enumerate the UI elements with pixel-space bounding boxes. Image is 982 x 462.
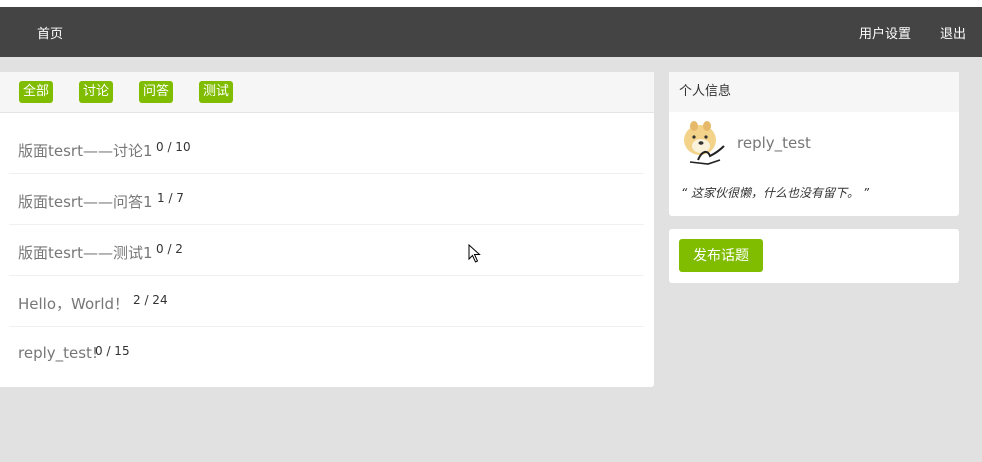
profile-card-header: 个人信息: [669, 72, 959, 112]
top-strip: [0, 0, 982, 7]
topic-row: reply_test! 0 / 15: [9, 327, 644, 377]
mouse-cursor-icon: [468, 244, 481, 263]
topic-reply-count: 1 / 7: [157, 191, 184, 205]
tab-bar: 全部 讨论 问答 测试: [0, 72, 654, 113]
new-topic-button[interactable]: 发布话题: [679, 239, 763, 272]
tab-all[interactable]: 全部: [19, 81, 54, 103]
tab-discussion[interactable]: 讨论: [79, 81, 114, 103]
topic-reply-count: 0 / 15: [95, 344, 130, 358]
nav-home-link[interactable]: 首页: [37, 23, 63, 42]
topic-reply-count: 2 / 24: [133, 293, 168, 307]
topic-title-link[interactable]: 版面tesrt——问答1: [18, 191, 153, 212]
nav-settings-link[interactable]: 用户设置: [859, 23, 911, 42]
topic-title-link[interactable]: 版面tesrt——测试1: [18, 242, 153, 263]
topic-reply-count: 0 / 10: [156, 140, 191, 154]
topic-title-link[interactable]: reply_test!: [18, 344, 98, 362]
profile-signature: “ 这家伙很懒，什么也没有留下。 ”: [681, 186, 870, 200]
tab-test[interactable]: 测试: [199, 81, 234, 103]
tab-qa[interactable]: 问答: [139, 81, 174, 103]
profile-username[interactable]: reply_test: [737, 134, 811, 152]
topic-row: 版面tesrt——测试1 0 / 2: [9, 225, 644, 276]
navbar: 首页 用户设置 退出: [0, 7, 982, 57]
topic-panel: 全部 讨论 问答 测试 版面tesrt——讨论1 0 / 10 版面tesrt—…: [0, 72, 654, 387]
topic-row: 版面tesrt——问答1 1 / 7: [9, 174, 644, 225]
topic-title-link[interactable]: 版面tesrt——讨论1: [18, 140, 153, 161]
nav-logout-link[interactable]: 退出: [940, 23, 966, 42]
topic-reply-count: 0 / 2: [156, 242, 183, 256]
post-card: 发布话题: [669, 229, 959, 283]
avatar[interactable]: [680, 120, 728, 168]
profile-card: 个人信息 reply_test “ 这家伙很懒，什么也没有留下。 ”: [669, 72, 959, 216]
topic-row: Hello，World！ 2 / 24: [9, 276, 644, 327]
topic-row: 版面tesrt——讨论1 0 / 10: [9, 123, 644, 174]
topic-title-link[interactable]: Hello，World！: [18, 293, 129, 314]
